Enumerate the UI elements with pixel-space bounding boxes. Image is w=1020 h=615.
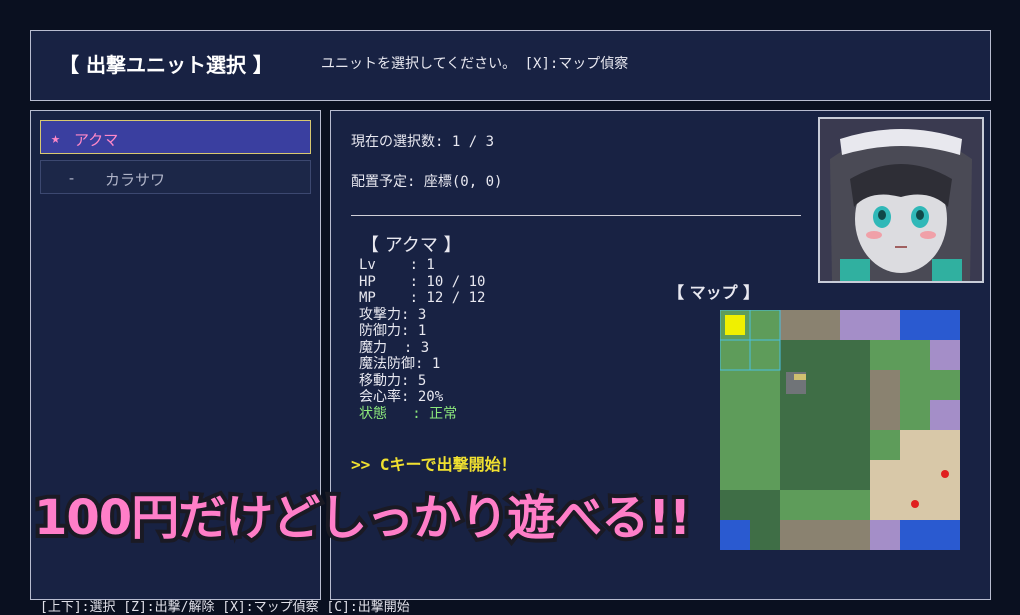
star-icon: ★: [51, 129, 61, 147]
stat-hp: HP : 10 / 10: [359, 273, 486, 290]
stat-defense: 防御力: 1: [359, 323, 427, 339]
unit-detail-name: 【 アクマ 】: [361, 235, 462, 256]
stat-mp: MP : 12 / 12: [359, 290, 486, 306]
selection-count: 現在の選択数: 1 / 3: [351, 134, 495, 150]
stat-status: 状態 : 正常: [359, 405, 458, 422]
instruction-text: ユニットを選択してください。 [X]:マップ偵察: [321, 56, 629, 72]
launch-hint: >> Cキーで出撃開始！: [351, 455, 517, 474]
stat-movement: 移動力: 5: [359, 372, 427, 389]
unit-name: アクマ: [74, 131, 119, 149]
stat-magic-defense: 魔法防御: 1: [359, 356, 441, 372]
tile-map[interactable]: [719, 309, 960, 550]
stat-critical: 会心率: 20%: [359, 389, 444, 405]
stat-lv: Lv : 1: [359, 257, 435, 273]
screen-title: 【 出撃ユニット選択 】: [59, 53, 273, 77]
unit-item-karasawa[interactable]: - カラサワ: [40, 160, 311, 194]
character-portrait: [818, 117, 984, 283]
stat-attack: 攻撃力: 3: [359, 306, 427, 323]
unit-item-akuma[interactable]: ★ アクマ: [40, 120, 311, 154]
stat-magic: 魔力 : 3: [359, 339, 430, 356]
divider: [351, 215, 801, 216]
controls-hint: [上下]:選択 [Z]:出撃/解除 [X]:マップ偵察 [C]:出撃開始: [40, 600, 410, 615]
unit-stats: Lv : 1 HP : 10 / 10 MP : 12 / 12 攻撃力: 3 …: [359, 257, 485, 422]
dash-icon: -: [67, 169, 77, 187]
map-label: 【 マップ 】: [668, 283, 760, 302]
promo-banner: 100円だけどしっかり遊べる!!: [30, 486, 695, 550]
unit-name: カラサワ: [105, 171, 166, 189]
placement-info: 配置予定: 座標(0, 0): [351, 174, 503, 190]
header-panel: 【 出撃ユニット選択 】 ユニットを選択してください。 [X]:マップ偵察: [30, 30, 991, 101]
